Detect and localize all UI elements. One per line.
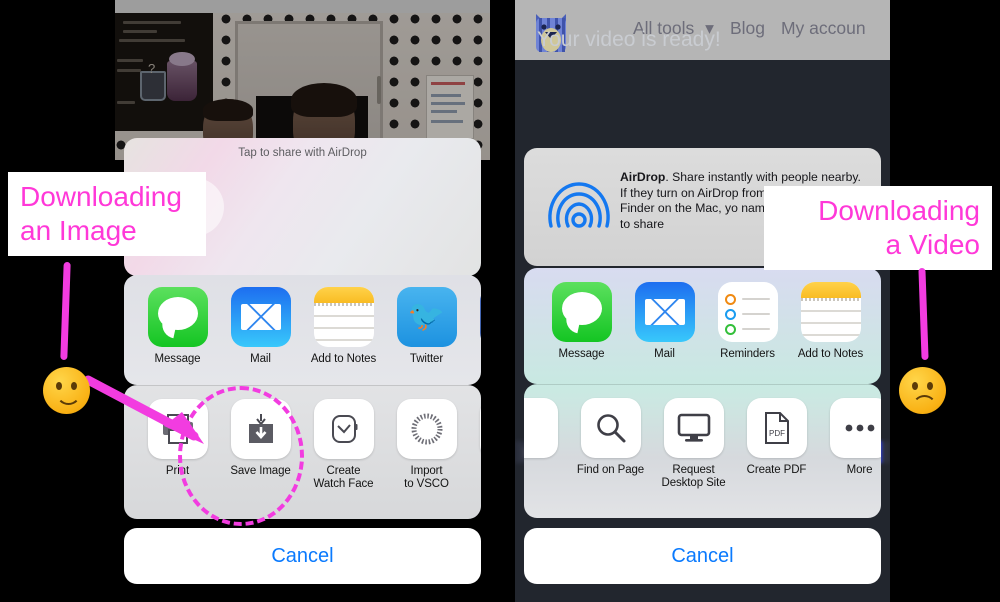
action-import-to-vsco[interactable]: Import to VSCO [385,399,468,491]
share-target-twitter[interactable]: 🐦 Twitter [385,287,468,366]
mail-icon [634,282,695,342]
tile-label: Add to Notes [310,353,377,365]
share-target-reminders[interactable]: Reminders [706,282,789,361]
share-target-facebook[interactable]: F [468,287,481,366]
cancel-label: Cancel [271,544,334,567]
partial-icon [524,398,558,458]
apple-watch-icon [313,399,374,459]
reminders-icon [717,282,778,342]
tile-label: Add to Notes [797,348,864,360]
nav-item-my-account[interactable]: My accoun [781,18,866,39]
left-phone-screenshot: ? Tap to share with AirDrop Message Mail… [115,0,490,602]
airdrop-prompt: Tap to share with AirDrop [238,147,367,159]
action-more[interactable]: M [468,399,481,491]
tile-label: Mail [250,353,271,365]
tile-label: Import to VSCO [404,465,449,490]
share-target-twitter[interactable] [872,282,881,361]
action-more[interactable]: More [818,398,881,490]
notes-icon [313,287,374,347]
tile-label: Twitter [409,353,444,365]
svg-text:PDF: PDF [769,429,785,438]
left-annotation-line1: Downloading [20,181,182,212]
action-request-desktop-site[interactable]: Request Desktop Site [652,398,735,490]
right-annotation-line1: Downloading [818,195,980,226]
action-create-watch-face[interactable]: Create Watch Face [302,399,385,491]
right-phone-screenshot: All tools ▾ Blog My accoun Your video is… [515,0,890,602]
share-target-notes[interactable]: Add to Notes [789,282,872,361]
mail-icon [230,287,291,347]
notes-icon [800,282,861,342]
tile-label: Find on Page [576,464,645,476]
tile-label: Reminders [720,348,775,360]
cancel-label: Cancel [671,544,734,567]
facebook-icon [479,287,481,347]
share-target-mail[interactable]: Mail [623,282,706,361]
magnifier-icon [580,398,641,458]
action-create-pdf[interactable]: PDF Create PDF [735,398,818,490]
airdrop-title: AirDrop [620,170,666,184]
pdf-document-icon: PDF [746,398,807,458]
status-bar [115,0,490,13]
messages-icon [551,282,612,342]
vsco-ring-icon [396,399,457,459]
tile-label: M [468,465,481,478]
action-partial-left[interactable] [524,398,569,490]
left-annotation-label: Downloading an Image [8,172,206,256]
action-find-on-page[interactable]: Find on Page [569,398,652,490]
airdrop-icon [546,174,612,240]
right-connector-line [918,267,929,361]
share-app-row: Message Mail Add to Notes 🐦 Twitter [124,275,481,385]
share-target-message[interactable]: Message [540,282,623,361]
share-action-row: Find on Page Request Desktop Site PDF Cre… [524,384,881,518]
right-annotation-line2: a Video [885,229,980,260]
left-annotation-line2: an Image [20,215,137,246]
tile-label: Request Desktop Site [661,464,726,489]
tile-label: Create Watch Face [313,465,374,490]
nav-item-blog[interactable]: Blog [730,18,765,39]
frowning-face-emoji [899,367,946,414]
more-dots-icon [479,399,481,459]
tile-label: Message [154,353,201,365]
desktop-monitor-icon [663,398,724,458]
share-target-message[interactable]: Message [136,287,219,366]
cancel-button[interactable]: Cancel [524,528,881,584]
right-annotation-label: Downloading a Video [764,186,992,270]
page-heading: Your video is ready! [537,28,721,51]
tile-label: More [846,464,873,476]
tile-label: F [468,353,481,366]
screenshot-canvas: ? Tap to share with AirDrop Message Mail… [0,0,1000,602]
left-connector-line [60,261,71,361]
cancel-button[interactable]: Cancel [124,528,481,584]
tile-label: Create PDF [746,464,807,476]
smiley-face-emoji [43,367,90,414]
share-target-mail[interactable]: Mail [219,287,302,366]
share-app-row: Message Mail Reminders Add to Notes [524,268,881,384]
tile-label: Message [558,348,605,360]
twitter-icon: 🐦 [396,287,457,347]
pointer-arrow [83,375,204,444]
tile-label: Mail [654,348,675,360]
share-target-notes[interactable]: Add to Notes [302,287,385,366]
more-dots-icon [829,398,881,458]
messages-icon [147,287,208,347]
